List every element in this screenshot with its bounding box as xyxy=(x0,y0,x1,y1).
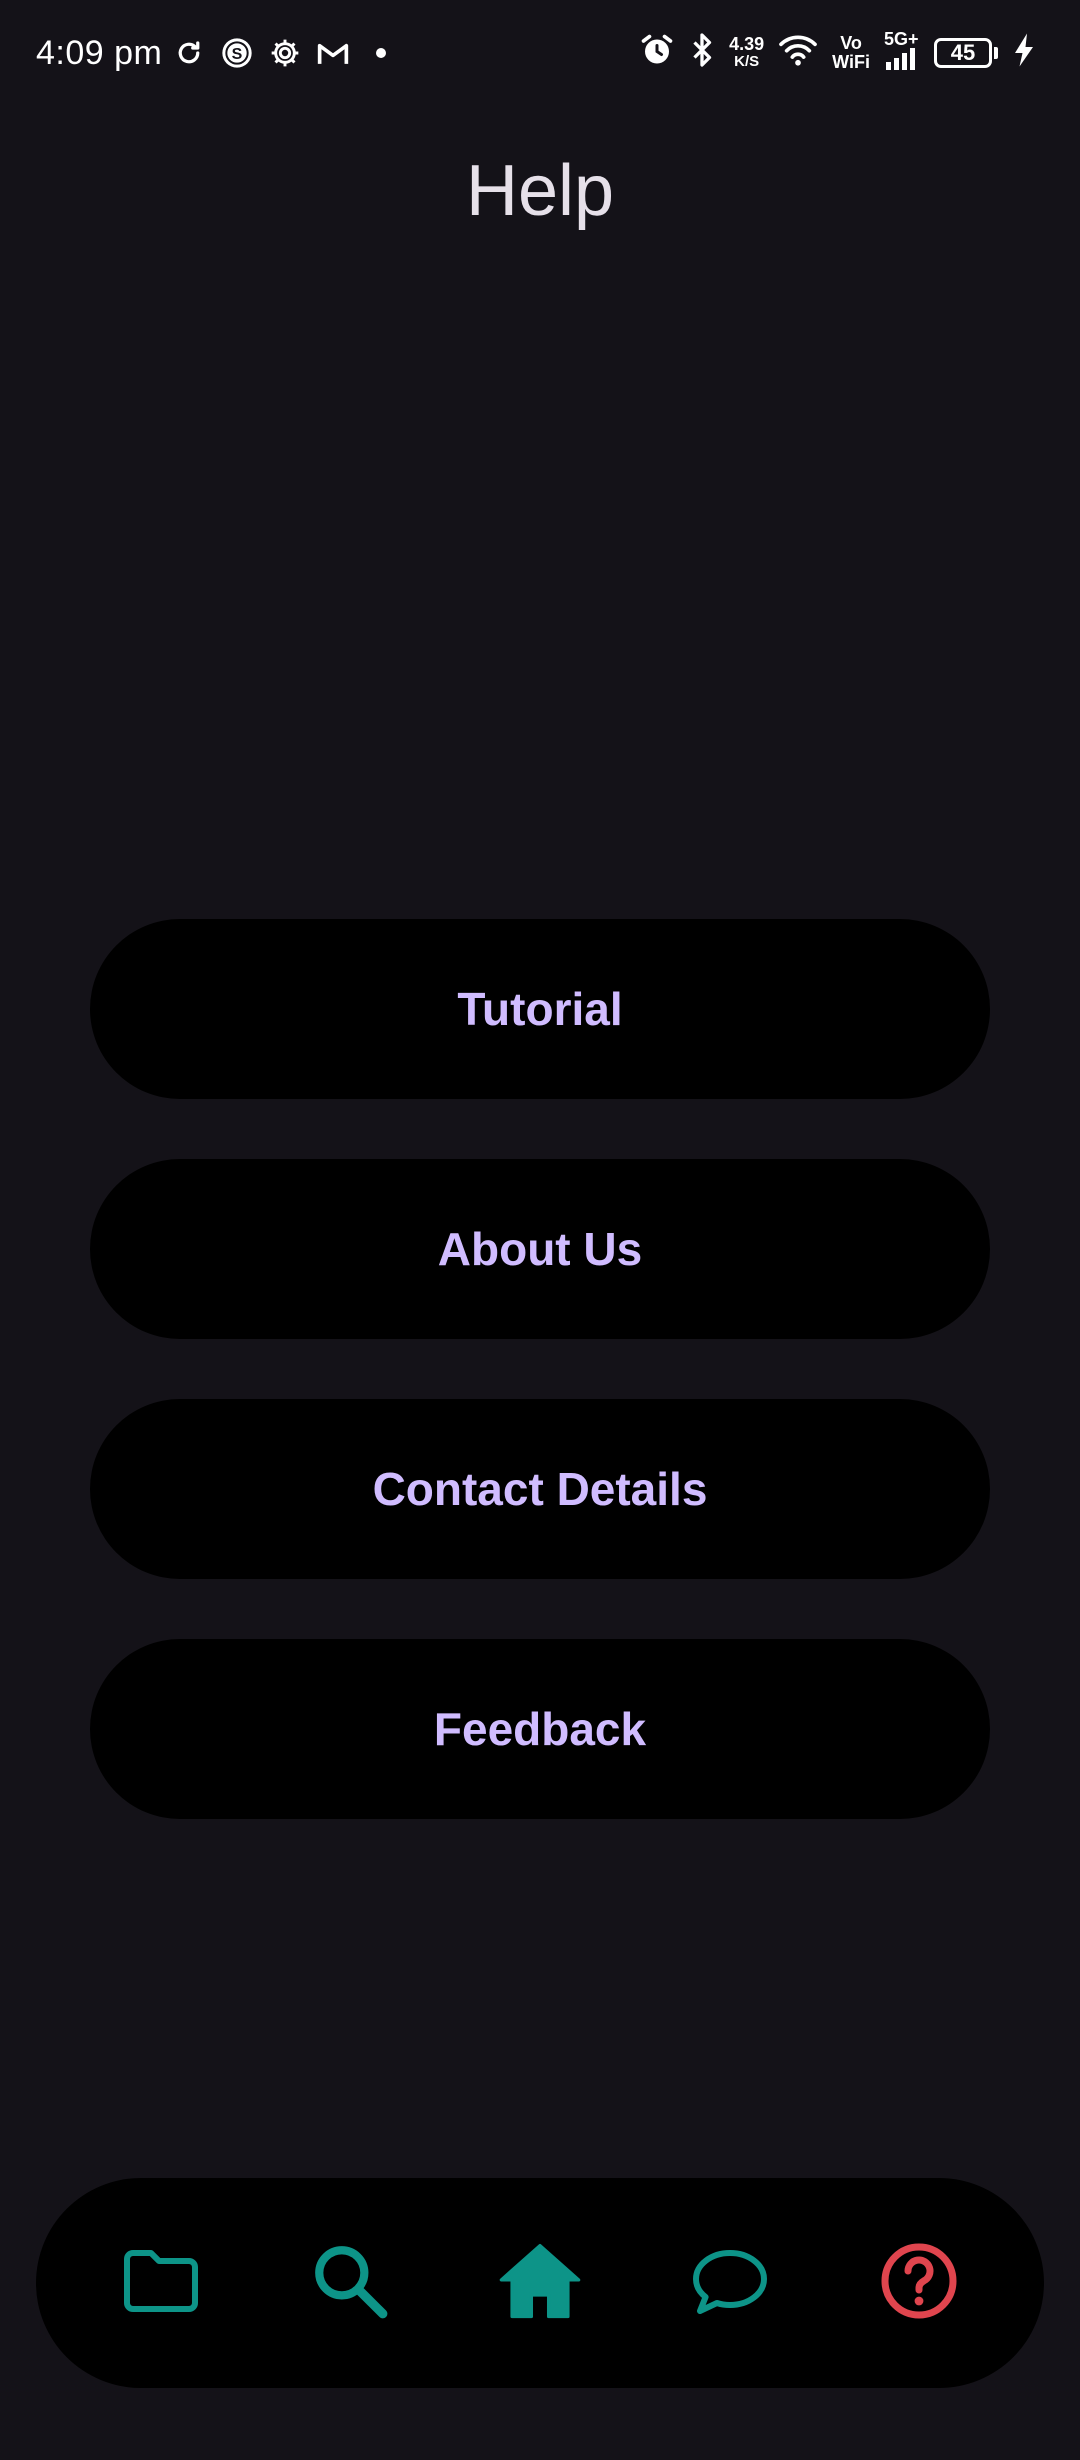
bluetooth-icon xyxy=(689,32,715,73)
signal-group: 5G+ xyxy=(884,30,920,75)
battery-indicator: 45 xyxy=(934,37,992,68)
help-icon xyxy=(879,2241,959,2326)
wifi-icon xyxy=(778,33,818,72)
home-icon xyxy=(497,2241,583,2326)
gmail-icon xyxy=(316,36,350,70)
status-time: 4:09 pm xyxy=(36,34,163,72)
nav-home[interactable] xyxy=(490,2233,590,2333)
dot-icon xyxy=(364,36,398,70)
nav-files[interactable] xyxy=(111,2233,211,2333)
battery-level: 45 xyxy=(950,39,976,65)
sync-icon xyxy=(172,36,206,70)
search-icon xyxy=(309,2240,391,2327)
wifi-label: WiFi xyxy=(832,51,870,72)
status-left-icons: S xyxy=(172,36,398,70)
s-app-icon: S xyxy=(220,36,254,70)
charging-bolt-icon xyxy=(1012,32,1036,73)
chat-icon xyxy=(690,2246,770,2321)
nav-chat[interactable] xyxy=(680,2233,780,2333)
folder-icon xyxy=(121,2246,201,2321)
vowifi-indicator: Vo WiFi xyxy=(832,32,870,72)
status-right-icons: 4.39 K/S Vo WiFi 5G+ 45 xyxy=(639,30,1036,75)
page-title: Help xyxy=(465,151,615,231)
net-speed-value: 4.39 xyxy=(729,33,765,54)
feedback-button[interactable]: Feedback xyxy=(90,1639,990,1819)
battery-nub xyxy=(994,46,998,59)
nav-search[interactable] xyxy=(300,2233,400,2333)
network-type: 5G+ xyxy=(884,29,919,49)
svg-text:S: S xyxy=(232,46,243,63)
network-speed: 4.39 K/S xyxy=(729,35,764,71)
net-speed-unit: K/S xyxy=(734,52,760,70)
status-bar: 4:09 pm S 4.39 K/S Vo WiFi 5G+ 45 xyxy=(0,0,1080,110)
bottom-navigation xyxy=(36,2178,1044,2388)
alarm-icon xyxy=(639,32,675,73)
about-us-button[interactable]: About Us xyxy=(90,1159,990,1339)
vo-label: Vo xyxy=(840,32,862,53)
nav-help[interactable] xyxy=(869,2233,969,2333)
signal-icon xyxy=(884,48,920,75)
tutorial-button[interactable]: Tutorial xyxy=(90,919,990,1099)
contact-details-button[interactable]: Contact Details xyxy=(90,1399,990,1579)
settings-gear-icon xyxy=(268,36,302,70)
help-menu: Tutorial About Us Contact Details Feedba… xyxy=(90,919,990,1879)
